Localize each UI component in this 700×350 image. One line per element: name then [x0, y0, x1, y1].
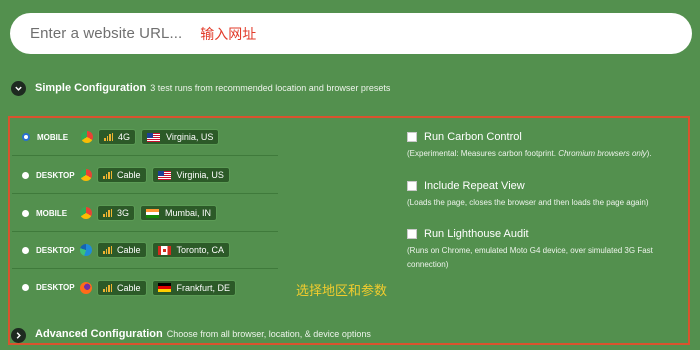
repeat-view-description: (Loads the page, closes the browser and … — [407, 198, 649, 207]
chevron-down-icon[interactable] — [11, 81, 26, 96]
url-input[interactable]: Enter a website URL... 输入网址 — [10, 13, 692, 54]
edge-icon — [80, 244, 92, 256]
lighthouse-audit-description: (Runs on Chrome, emulated Moto G4 device… — [407, 246, 653, 269]
device-label: MOBILE — [37, 132, 69, 142]
url-placeholder: Enter a website URL... — [30, 25, 183, 42]
device-label: DESKTOP — [36, 283, 75, 292]
simple-config-subtitle: 3 test runs from recommended location an… — [150, 83, 391, 93]
option-repeat-view: Include Repeat View (Loads the page, clo… — [407, 180, 687, 210]
connection-label: Cable — [117, 245, 141, 255]
signal-icon — [103, 171, 112, 179]
radio-unselected[interactable] — [22, 209, 29, 217]
location-chip: Virginia, US — [151, 167, 230, 183]
germany-flag-icon — [157, 283, 171, 292]
connection-label: Cable — [117, 282, 141, 293]
preset-row[interactable]: DESKTOP Cable Frankfurt, DE — [12, 269, 278, 306]
chrome-icon — [80, 207, 92, 219]
us-flag-icon — [147, 132, 161, 142]
location-label: Virginia, US — [176, 170, 224, 180]
signal-icon — [104, 133, 113, 141]
simple-config-title: Simple Configuration — [35, 82, 147, 94]
location-chip: Frankfurt, DE — [151, 279, 237, 296]
location-label: Toronto, CA — [176, 245, 225, 255]
india-flag-icon — [146, 208, 160, 218]
repeat-view-checkbox[interactable] — [407, 181, 417, 191]
simple-config-header[interactable]: Simple Configuration 3 test runs from rec… — [35, 82, 390, 94]
advanced-config-header[interactable]: Advanced Configuration Choose from all br… — [35, 328, 371, 340]
carbon-control-label: Run Carbon Control — [424, 131, 522, 143]
location-chip: Mumbai, IN — [140, 205, 218, 221]
connection-chip: 4G — [98, 129, 137, 145]
device-label: DESKTOP — [36, 245, 75, 255]
firefox-icon — [80, 281, 92, 294]
signal-icon — [103, 246, 112, 254]
connection-chip: 3G — [97, 205, 136, 221]
us-flag-icon — [157, 170, 171, 180]
option-lighthouse-audit: Run Lighthouse Audit (Runs on Chrome, em… — [407, 228, 687, 272]
device-label: DESKTOP — [36, 170, 75, 180]
device-label: MOBILE — [36, 208, 68, 218]
advanced-config-title: Advanced Configuration — [35, 328, 163, 340]
connection-chip: Cable — [97, 279, 147, 296]
url-annotation: 输入网址 — [200, 26, 257, 43]
radio-unselected[interactable] — [22, 284, 29, 291]
location-label: Frankfurt, DE — [176, 282, 231, 293]
location-chip: Toronto, CA — [151, 242, 231, 258]
advanced-config-subtitle: Choose from all browser, location, & dev… — [166, 329, 371, 339]
connection-chip: Cable — [97, 167, 147, 183]
region-annotation: 选择地区和参数 — [296, 284, 388, 299]
location-label: Virginia, US — [166, 132, 214, 142]
connection-chip: Cable — [97, 242, 147, 258]
lighthouse-audit-checkbox[interactable] — [407, 229, 417, 239]
carbon-control-description: (Experimental: Measures carbon footprint… — [407, 149, 652, 158]
connection-label: Cable — [117, 170, 141, 180]
chevron-right-icon[interactable] — [11, 328, 26, 343]
chrome-icon — [80, 169, 92, 181]
connection-label: 4G — [118, 132, 131, 142]
preset-row[interactable]: DESKTOP Cable Toronto, CA — [12, 232, 278, 269]
preset-row[interactable]: DESKTOP Cable Virginia, US — [12, 157, 278, 194]
radio-selected[interactable] — [22, 133, 30, 141]
signal-icon — [103, 283, 112, 292]
location-chip: Virginia, US — [141, 129, 220, 145]
lighthouse-audit-label: Run Lighthouse Audit — [424, 228, 529, 240]
repeat-view-label: Include Repeat View — [424, 180, 525, 192]
canada-flag-icon — [157, 245, 171, 255]
radio-unselected[interactable] — [22, 171, 29, 179]
radio-unselected[interactable] — [22, 246, 29, 254]
connection-label: 3G — [117, 208, 130, 218]
carbon-control-checkbox[interactable] — [407, 132, 417, 142]
chrome-icon — [81, 131, 93, 143]
signal-icon — [103, 209, 112, 217]
location-label: Mumbai, IN — [165, 208, 212, 218]
option-carbon-control: Run Carbon Control (Experimental: Measur… — [407, 131, 687, 161]
preset-row[interactable]: MOBILE 4G Virginia, US — [12, 119, 278, 156]
preset-row[interactable]: MOBILE 3G Mumbai, IN — [12, 195, 278, 232]
